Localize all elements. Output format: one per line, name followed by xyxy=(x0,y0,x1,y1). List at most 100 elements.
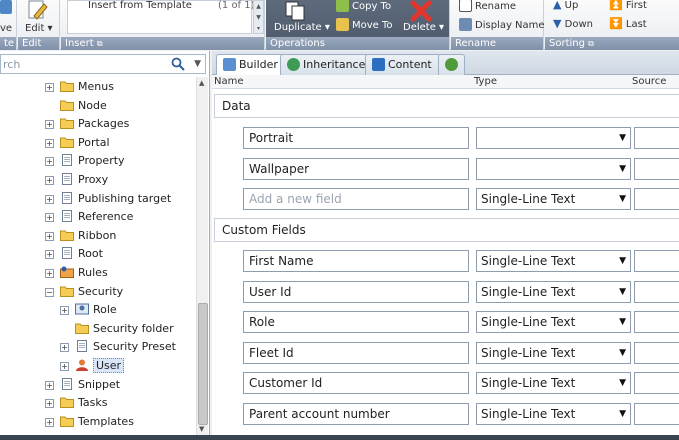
save-icon[interactable] xyxy=(0,0,12,14)
delete-button[interactable]: Delete ▾ xyxy=(403,22,444,34)
tree-node[interactable]: + Role xyxy=(60,301,117,319)
expand-icon[interactable]: + xyxy=(45,417,54,427)
new-field-input[interactable]: Add a new field xyxy=(243,188,469,210)
field-name-input[interactable]: First Name xyxy=(243,250,469,272)
scroll-down-icon[interactable]: ▼ xyxy=(199,425,204,433)
field-source-input[interactable] xyxy=(634,158,679,180)
tab-globe[interactable] xyxy=(438,54,465,75)
expand-icon[interactable]: + xyxy=(45,250,54,260)
tree-node[interactable]: + Security Preset xyxy=(60,338,176,356)
tab-content[interactable]: Content xyxy=(365,54,441,75)
expand-icon[interactable]: + xyxy=(60,343,69,353)
gallery-page-count: (1 of 1) xyxy=(218,0,255,11)
tree-node[interactable]: + User xyxy=(60,357,125,375)
field-type-select[interactable]: Single-Line Text ▼ xyxy=(476,281,631,303)
tree-node[interactable]: + Menus xyxy=(45,78,114,96)
expand-icon[interactable]: + xyxy=(45,176,54,185)
tree-node[interactable]: + Proxy xyxy=(45,171,108,189)
field-source-input[interactable] xyxy=(634,372,679,394)
field-source-input[interactable] xyxy=(634,311,679,333)
tree-node[interactable]: + Reference xyxy=(45,208,133,226)
scroll-thumb[interactable] xyxy=(198,303,208,425)
field-type-select[interactable]: Single-Line Text ▼ xyxy=(476,403,631,425)
collapse-icon[interactable]: − xyxy=(45,287,54,297)
expand-icon[interactable]: + xyxy=(45,380,54,390)
section-header[interactable]: Custom Fields xyxy=(214,218,679,242)
field-type-select[interactable]: Single-Line Text ▼ xyxy=(476,342,631,364)
field-type-select[interactable]: ▼ xyxy=(476,127,631,149)
folder-icon xyxy=(60,137,74,148)
search-icon[interactable] xyxy=(171,57,185,71)
display-name-button[interactable]: Display Name xyxy=(459,18,545,32)
field-name-input[interactable]: Role xyxy=(243,311,469,333)
field-name-input[interactable]: Portrait xyxy=(243,127,469,149)
field-source-input[interactable] xyxy=(634,188,679,210)
field-source-input[interactable] xyxy=(634,127,679,149)
tree-node[interactable]: + Rules xyxy=(45,264,108,282)
expand-icon[interactable]: + xyxy=(45,399,54,409)
dialog-launcher-icon[interactable]: ⧉ xyxy=(97,39,103,48)
search-dropdown-icon[interactable]: ▼ xyxy=(194,59,201,69)
tree-node[interactable]: + Packages xyxy=(45,115,129,133)
field-type-select[interactable]: Single-Line Text ▼ xyxy=(476,372,631,394)
expand-icon[interactable]: + xyxy=(45,138,54,148)
gallery-scroll[interactable]: ▲ ▼ ▾ xyxy=(253,0,264,34)
search-input[interactable]: rch ▼ xyxy=(0,54,206,74)
field-name-input[interactable]: Parent account number xyxy=(243,403,469,425)
ribbon-partial-button[interactable]: ve xyxy=(0,23,12,35)
field-type-select[interactable]: ▼ xyxy=(476,158,631,180)
field-type-select[interactable]: Single-Line Text ▼ xyxy=(476,311,631,333)
field-source-input[interactable] xyxy=(634,250,679,272)
field-name-input[interactable]: Wallpaper xyxy=(243,158,469,180)
tab-inheritance[interactable]: Inheritance xyxy=(280,54,375,75)
insert-gallery[interactable]: Insert from Template (1 of 1) xyxy=(67,0,255,34)
field-source-input[interactable] xyxy=(634,342,679,364)
expand-icon[interactable]: + xyxy=(45,157,54,167)
field-name-input[interactable]: Fleet Id xyxy=(243,342,469,364)
copy-to-button[interactable]: Copy To xyxy=(336,0,391,13)
expand-icon[interactable]: + xyxy=(45,231,54,241)
move-to-button[interactable]: Move To xyxy=(336,18,393,32)
expand-icon[interactable]: + xyxy=(60,362,69,371)
tree-node[interactable]: Security folder xyxy=(60,320,174,338)
first-button[interactable]: ⏫ First xyxy=(609,0,647,12)
duplicate-button[interactable]: Duplicate ▾ xyxy=(274,22,330,34)
tree-node[interactable]: Node xyxy=(45,97,107,115)
duplicate-label: Duplicate xyxy=(274,22,322,33)
tree-node[interactable]: + Templates xyxy=(45,413,134,431)
tree-node[interactable]: + Tasks xyxy=(45,394,107,412)
field-type-value: Single-Line Text xyxy=(481,254,576,268)
scroll-up-icon[interactable]: ▲ xyxy=(199,79,204,87)
tree-node[interactable]: − Security xyxy=(45,283,123,301)
field-name-input[interactable]: Customer Id xyxy=(243,372,469,394)
expand-icon[interactable]: + xyxy=(45,120,54,130)
field-type-select[interactable]: Single-Line Text ▼ xyxy=(476,250,631,272)
rename-button[interactable]: Rename xyxy=(459,0,516,13)
field-source-input[interactable] xyxy=(634,403,679,425)
section-header[interactable]: Data xyxy=(214,94,679,118)
insert-from-template-item[interactable]: Insert from Template xyxy=(88,0,192,12)
arrow-last-icon: ⏬ xyxy=(609,17,623,30)
tree-node[interactable]: + Root xyxy=(45,245,103,263)
tab-builder[interactable]: Builder xyxy=(216,54,287,76)
expand-icon[interactable]: + xyxy=(60,306,69,316)
tree-node[interactable]: + Portal xyxy=(45,134,110,152)
tree-node[interactable]: + Property xyxy=(45,152,125,170)
dialog-launcher-icon[interactable]: ⧉ xyxy=(588,39,594,48)
field-row: Portrait ▼ xyxy=(212,127,679,151)
field-source-input[interactable] xyxy=(634,281,679,303)
expand-icon[interactable]: + xyxy=(45,269,54,278)
tree-scrollbar[interactable]: ▲ ▼ xyxy=(196,77,208,435)
field-name-input[interactable]: User Id xyxy=(243,281,469,303)
last-button[interactable]: ⏬ Last xyxy=(609,18,647,31)
tree-node[interactable]: + Ribbon xyxy=(45,227,116,245)
down-button[interactable]: ▼ Down xyxy=(553,18,593,31)
expand-icon[interactable]: + xyxy=(45,213,54,223)
tree-node[interactable]: + Publishing target xyxy=(45,190,171,208)
up-button[interactable]: ▲ Up xyxy=(553,0,578,12)
tree-node[interactable]: + Snippet xyxy=(45,376,120,394)
expand-icon[interactable]: + xyxy=(45,194,54,204)
field-type-select[interactable]: Single-Line Text ▼ xyxy=(476,188,631,210)
expand-icon[interactable]: + xyxy=(45,83,54,92)
edit-button[interactable]: Edit ▾ xyxy=(25,23,53,35)
